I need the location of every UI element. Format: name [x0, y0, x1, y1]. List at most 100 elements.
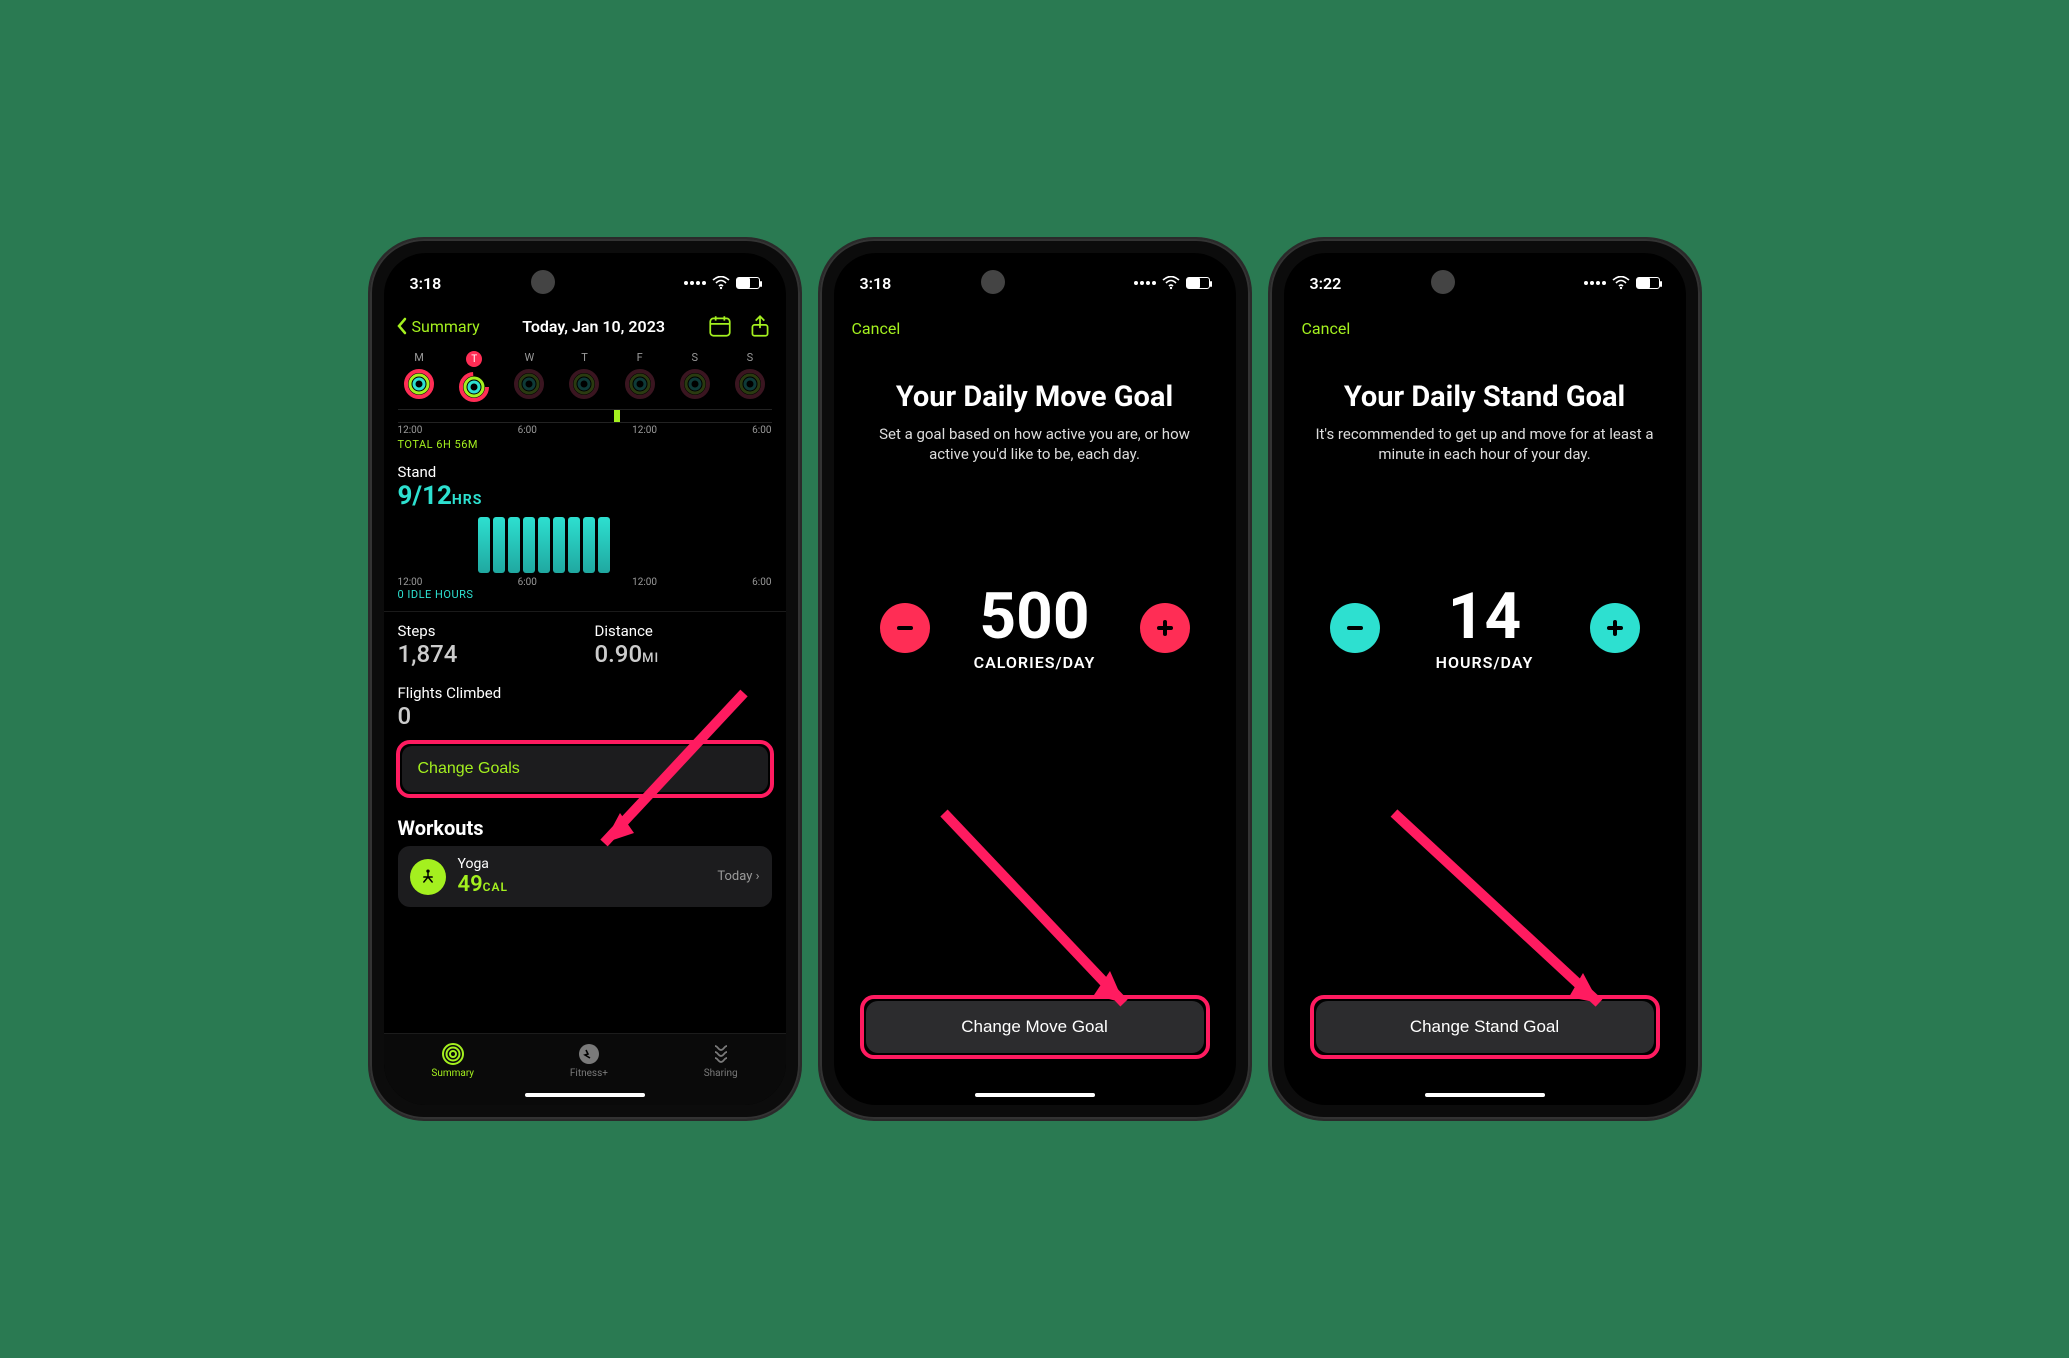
cellular-icon: [1584, 281, 1606, 285]
status-time: 3:22: [1310, 274, 1342, 293]
stand-bar-chart: [398, 511, 772, 575]
tab-fitness-plus[interactable]: Fitness+: [570, 1042, 608, 1079]
sharing-icon: [709, 1042, 733, 1066]
activity-ring-icon: [458, 371, 490, 403]
workout-date: Today ›: [717, 869, 759, 884]
wifi-icon: [1162, 276, 1180, 290]
flights-metric: Flights Climbed 0: [384, 678, 786, 734]
change-move-goal-button[interactable]: Change Move Goal: [866, 1001, 1204, 1053]
sheet-subtitle: Set a goal based on how active you are, …: [860, 424, 1210, 465]
day-cell[interactable]: W: [513, 351, 545, 403]
battery-icon: [1186, 277, 1210, 289]
phone-frame-3: 3:22 Cancel Your Daily Stand Goal It's r…: [1270, 239, 1700, 1119]
now-playing-thumb: [981, 270, 1005, 294]
steps-metric: Steps 1,874: [398, 622, 575, 668]
calendar-button[interactable]: [707, 313, 733, 339]
back-button[interactable]: Summary: [396, 317, 480, 336]
yoga-icon: [410, 859, 446, 895]
day-cell[interactable]: M: [403, 351, 435, 403]
goal-unit: CALORIES/DAY: [974, 653, 1096, 672]
activity-ring-icon: [568, 368, 600, 400]
home-indicator[interactable]: [1425, 1093, 1545, 1097]
day-cell[interactable]: S: [679, 351, 711, 403]
workouts-header: Workouts: [384, 804, 786, 846]
timeline-total: TOTAL 6H 56M: [398, 438, 772, 451]
week-day-row: M T W T F S S: [384, 345, 786, 407]
change-goals-button[interactable]: Change Goals: [402, 746, 768, 792]
plus-icon: [1154, 617, 1176, 639]
stand-value: 9/12HRS: [398, 481, 772, 511]
cancel-button[interactable]: Cancel: [834, 307, 1236, 350]
day-cell-today[interactable]: T: [458, 351, 490, 403]
chevron-left-icon: [396, 317, 408, 335]
metrics-row: Steps 1,874 Distance 0.90MI: [384, 611, 786, 678]
nav-date-title: Today, Jan 10, 2023: [522, 317, 665, 336]
day-cell[interactable]: T: [568, 351, 600, 403]
change-stand-goal-button[interactable]: Change Stand Goal: [1316, 1001, 1654, 1053]
fitness-nav-bar: Summary Today, Jan 10, 2023: [384, 307, 786, 345]
home-indicator[interactable]: [525, 1093, 645, 1097]
goal-stepper: 500 CALORIES/DAY: [880, 585, 1190, 672]
battery-icon: [1636, 277, 1660, 289]
dynamic-island: [525, 265, 645, 299]
idle-hours: 0 IDLE HOURS: [398, 588, 772, 601]
sheet-subtitle: It's recommended to get up and move for …: [1310, 424, 1660, 465]
goal-stepper: 14 HOURS/DAY: [1330, 585, 1640, 672]
now-playing-thumb: [531, 270, 555, 294]
decrement-button[interactable]: [1330, 603, 1380, 653]
battery-icon: [736, 277, 760, 289]
home-indicator[interactable]: [975, 1093, 1095, 1097]
status-time: 3:18: [410, 274, 442, 293]
activity-ring-icon: [679, 368, 711, 400]
fitness-plus-icon: [577, 1042, 601, 1066]
distance-metric: Distance 0.90MI: [595, 622, 772, 668]
minus-icon: [1344, 617, 1366, 639]
cellular-icon: [1134, 281, 1156, 285]
share-button[interactable]: [747, 313, 773, 339]
stand-title: Stand: [398, 463, 772, 481]
dynamic-island: [1425, 265, 1545, 299]
move-timeline: 12:00 6:00 12:00 6:00 TOTAL 6H 56M: [384, 407, 786, 451]
status-time: 3:18: [860, 274, 892, 293]
share-icon: [747, 313, 773, 339]
decrement-button[interactable]: [880, 603, 930, 653]
tab-summary[interactable]: Summary: [431, 1042, 474, 1079]
screen-2: 3:18 Cancel Your Daily Move Goal Set a g…: [834, 253, 1236, 1105]
wifi-icon: [712, 276, 730, 290]
goal-value: 14: [1448, 585, 1521, 649]
activity-ring-icon: [403, 368, 435, 400]
minus-icon: [894, 617, 916, 639]
calendar-icon: [707, 313, 733, 339]
annotation-highlight: Change Stand Goal: [1310, 995, 1660, 1059]
back-label: Summary: [412, 317, 480, 336]
day-cell[interactable]: F: [624, 351, 656, 403]
annotation-highlight: Change Goals: [396, 740, 774, 798]
summary-rings-icon: [441, 1042, 465, 1066]
workout-card[interactable]: Yoga 49CAL Today ›: [398, 846, 772, 907]
day-cell[interactable]: S: [734, 351, 766, 403]
annotation-highlight: Change Move Goal: [860, 995, 1210, 1059]
phone-frame-1: 3:18 Summary Today, Jan 10, 2023: [370, 239, 800, 1119]
screen-3: 3:22 Cancel Your Daily Stand Goal It's r…: [1284, 253, 1686, 1105]
sheet-title: Your Daily Stand Goal: [1344, 380, 1625, 414]
increment-button[interactable]: [1140, 603, 1190, 653]
screen-1: 3:18 Summary Today, Jan 10, 2023: [384, 253, 786, 1105]
stand-section: Stand 9/12HRS 12:00 6:00 12:00 6:00 0 ID…: [384, 451, 786, 605]
now-playing-thumb: [1431, 270, 1455, 294]
activity-ring-icon: [624, 368, 656, 400]
cancel-button[interactable]: Cancel: [1284, 307, 1686, 350]
phone-frame-2: 3:18 Cancel Your Daily Move Goal Set a g…: [820, 239, 1250, 1119]
tab-sharing[interactable]: Sharing: [704, 1042, 738, 1079]
workout-name: Yoga: [458, 856, 706, 872]
dynamic-island: [975, 265, 1095, 299]
cellular-icon: [684, 281, 706, 285]
tab-bar: Summary Fitness+ Sharing: [384, 1033, 786, 1105]
increment-button[interactable]: [1590, 603, 1640, 653]
goal-value: 500: [979, 585, 1089, 649]
activity-ring-icon: [734, 368, 766, 400]
sheet-title: Your Daily Move Goal: [896, 380, 1173, 414]
plus-icon: [1604, 617, 1626, 639]
goal-unit: HOURS/DAY: [1436, 653, 1534, 672]
activity-ring-icon: [513, 368, 545, 400]
wifi-icon: [1612, 276, 1630, 290]
